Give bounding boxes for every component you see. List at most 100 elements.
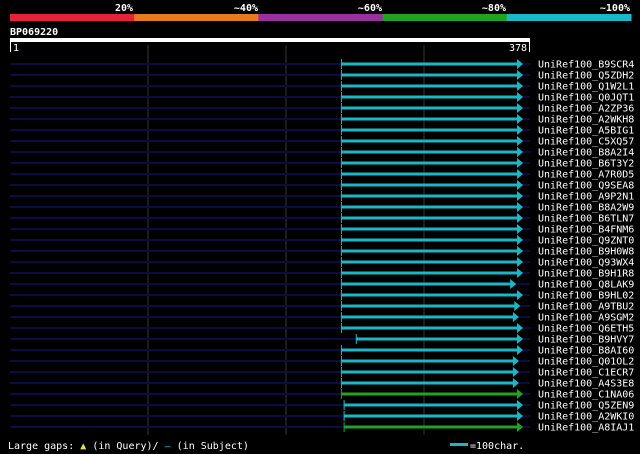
hit-row[interactable]: UniRef100_A9SGM2: [10, 312, 634, 324]
hit-label[interactable]: UniRef100_B9H1R8: [538, 269, 634, 280]
hit-row[interactable]: UniRef100_A9P2N1: [10, 191, 634, 203]
hit-end-arrow-icon: [517, 191, 523, 201]
hit-row[interactable]: UniRef100_A2WKH8: [10, 114, 634, 126]
hit-start-tick: [340, 224, 342, 234]
hit-bar: [341, 62, 518, 66]
hit-label[interactable]: UniRef100_C5XQ57: [538, 137, 634, 148]
hit-label[interactable]: UniRef100_Q1W2L1: [538, 82, 634, 93]
hit-row[interactable]: UniRef100_B4FNM6: [10, 224, 634, 236]
hit-label[interactable]: UniRef100_A2ZP36: [538, 104, 634, 115]
hit-label[interactable]: UniRef100_B9H0W8: [538, 247, 634, 258]
hit-row[interactable]: UniRef100_A9TBU2: [10, 301, 634, 313]
hit-row[interactable]: UniRef100_Q9ZNT0: [10, 235, 634, 247]
hit-row[interactable]: UniRef100_B9HL02: [10, 290, 634, 302]
hit-label[interactable]: UniRef100_Q9SEA8: [538, 181, 634, 192]
hit-label[interactable]: UniRef100_A7R0D5: [538, 170, 634, 181]
hit-row[interactable]: UniRef100_B8A2W9: [10, 202, 634, 214]
hit-row[interactable]: UniRef100_Q0JQT1: [10, 92, 634, 104]
hit-label[interactable]: UniRef100_C1NA06: [538, 390, 634, 401]
hit-rows: UniRef100_B9SCR4UniRef100_Q5ZDH2UniRef10…: [10, 59, 634, 434]
hit-bar: [341, 381, 514, 385]
hit-start-tick: [340, 191, 342, 201]
hit-label[interactable]: UniRef100_Q93WX4: [538, 258, 634, 269]
hit-start-tick: [340, 345, 342, 355]
hit-row[interactable]: UniRef100_Q9SEA8: [10, 180, 634, 192]
hit-label[interactable]: UniRef100_B9HVY7: [538, 335, 634, 346]
hit-end-arrow-icon: [517, 103, 523, 113]
legend-prefix: Large gaps:: [8, 441, 74, 452]
hit-label[interactable]: UniRef100_B4FNM6: [538, 225, 634, 236]
hit-row[interactable]: UniRef100_B8A2I4: [10, 147, 634, 159]
hit-label[interactable]: UniRef100_A9SGM2: [538, 313, 634, 324]
hit-label[interactable]: UniRef100_Q01OL2: [538, 357, 634, 368]
hit-row[interactable]: UniRef100_B9H0W8: [10, 246, 634, 258]
hit-label[interactable]: UniRef100_B8A2W9: [538, 203, 634, 214]
hit-row[interactable]: UniRef100_B9SCR4: [10, 59, 634, 71]
hit-row[interactable]: UniRef100_Q8LAK9: [10, 279, 634, 291]
hit-end-arrow-icon: [517, 213, 523, 223]
hit-label[interactable]: UniRef100_C1ECR7: [538, 368, 634, 379]
hit-row[interactable]: UniRef100_A8IAJ1: [10, 422, 634, 434]
hit-label[interactable]: UniRef100_A5BIG1: [538, 126, 634, 137]
hit-row[interactable]: UniRef100_C1NA06: [10, 389, 634, 401]
hit-row[interactable]: UniRef100_A2ZP36: [10, 103, 634, 115]
hit-start-tick: [340, 202, 342, 212]
hit-label[interactable]: UniRef100_B6TLN7: [538, 214, 634, 225]
hit-row[interactable]: UniRef100_A5BIG1: [10, 125, 634, 137]
hit-label[interactable]: UniRef100_B8AI60: [538, 346, 634, 357]
hit-end-arrow-icon: [517, 257, 523, 267]
hit-label[interactable]: UniRef100_B6T3Y2: [538, 159, 634, 170]
hit-label[interactable]: UniRef100_Q6ETH5: [538, 324, 634, 335]
hit-start-tick: [340, 213, 342, 223]
hit-end-arrow-icon: [517, 158, 523, 168]
scale-segment: [134, 14, 259, 21]
hit-row[interactable]: UniRef100_B9H1R8: [10, 268, 634, 280]
hit-row[interactable]: UniRef100_Q93WX4: [10, 257, 634, 269]
hit-end-arrow-icon: [517, 114, 523, 124]
hit-row[interactable]: UniRef100_B8AI60: [10, 345, 634, 357]
hit-label[interactable]: UniRef100_Q0JQT1: [538, 93, 634, 104]
hit-row[interactable]: UniRef100_B9HVY7: [10, 334, 634, 346]
hit-label[interactable]: UniRef100_A9P2N1: [538, 192, 634, 203]
hit-start-tick: [340, 290, 342, 300]
hit-label[interactable]: UniRef100_A2WKH8: [538, 115, 634, 126]
hit-row[interactable]: UniRef100_B6TLN7: [10, 213, 634, 225]
legend: Large gaps: ▲ (in Query)/ – (in Subject): [8, 441, 249, 452]
hit-end-arrow-icon: [517, 400, 523, 410]
hit-row[interactable]: UniRef100_C1ECR7: [10, 367, 634, 379]
hit-bar: [341, 128, 518, 132]
hit-end-arrow-icon: [517, 422, 523, 432]
hit-label[interactable]: UniRef100_A8IAJ1: [538, 423, 634, 434]
hit-label[interactable]: UniRef100_A2WKI0: [538, 412, 634, 423]
hit-label[interactable]: UniRef100_B9HL02: [538, 291, 634, 302]
hit-row[interactable]: UniRef100_A2WKI0: [10, 411, 634, 423]
hit-start-tick: [340, 268, 342, 278]
hit-row[interactable]: UniRef100_A7R0D5: [10, 169, 634, 181]
hit-label[interactable]: UniRef100_B8A2I4: [538, 148, 634, 159]
hit-end-arrow-icon: [517, 202, 523, 212]
hit-start-tick: [343, 422, 345, 432]
scale-segment: [258, 14, 384, 21]
hit-row[interactable]: UniRef100_C5XQ57: [10, 136, 634, 148]
hit-label[interactable]: UniRef100_Q9ZNT0: [538, 236, 634, 247]
hit-row[interactable]: UniRef100_Q01OL2: [10, 356, 634, 368]
hit-bar: [341, 106, 518, 110]
hit-row[interactable]: UniRef100_Q5ZDH2: [10, 70, 634, 82]
hit-label[interactable]: UniRef100_A4S3E8: [538, 379, 634, 390]
hit-bar: [341, 172, 518, 176]
hit-label[interactable]: UniRef100_Q5ZDH2: [538, 71, 634, 82]
hit-label[interactable]: UniRef100_A9TBU2: [538, 302, 634, 313]
hit-row[interactable]: UniRef100_Q6ETH5: [10, 323, 634, 335]
hit-bar: [341, 315, 514, 319]
hit-bar: [341, 282, 512, 286]
hit-label[interactable]: UniRef100_B9SCR4: [538, 60, 634, 71]
hit-bar: [341, 216, 518, 220]
hit-start-tick: [340, 92, 342, 102]
hit-row[interactable]: UniRef100_Q1W2L1: [10, 81, 634, 93]
hit-row[interactable]: UniRef100_B6T3Y2: [10, 158, 634, 170]
hit-bar: [341, 139, 518, 143]
hit-row[interactable]: UniRef100_A4S3E8: [10, 378, 634, 390]
hit-label[interactable]: UniRef100_Q5ZEN9: [538, 401, 634, 412]
hit-label[interactable]: UniRef100_Q8LAK9: [538, 280, 634, 291]
hit-row[interactable]: UniRef100_Q5ZEN9: [10, 400, 634, 412]
